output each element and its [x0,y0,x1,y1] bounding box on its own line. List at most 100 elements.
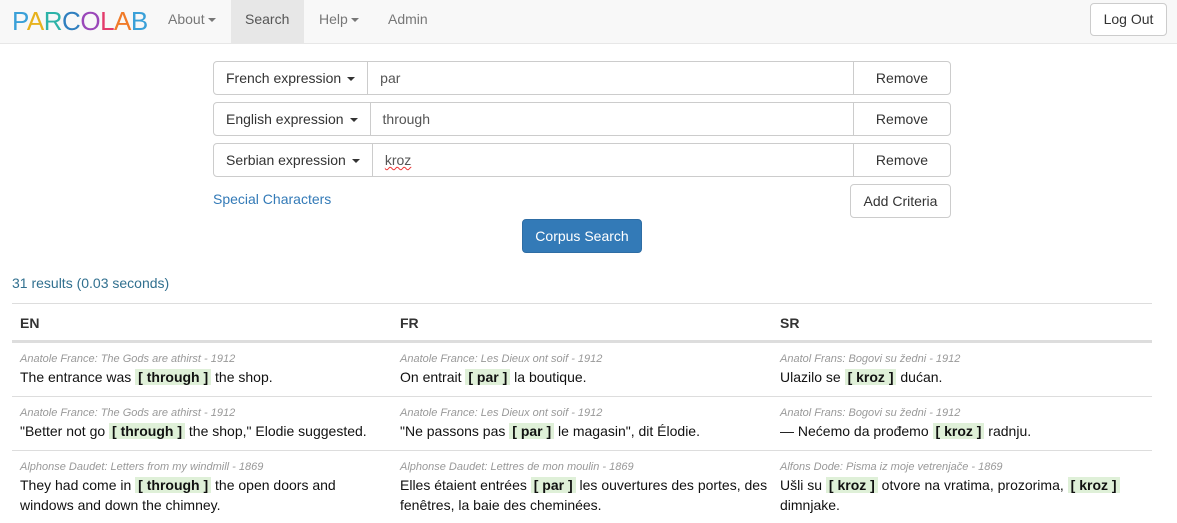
sentence-text: otvore na vratima, prozorima, [877,477,1068,493]
language-dropdown-label: English expression [226,111,344,127]
brand-letter: P [12,6,27,36]
highlighted-match: [ par ] [530,477,576,493]
sentence-text: "Ne passons pas [400,423,510,439]
nav-about-label: About [168,11,205,27]
nav-about[interactable]: About [154,0,230,43]
remove-button[interactable]: Remove [853,143,951,177]
expression-input[interactable]: par [368,61,853,95]
column-header-fr: FR [400,315,419,331]
table-body: Anatole France: The Gods are athirst - 1… [12,342,1152,520]
results-table: EN FR SR Anatole France: The Gods are at… [12,303,1152,520]
sentence-text: dimnjake. [780,497,840,513]
criteria-row-french: French expression par Remove [213,61,951,95]
language-dropdown[interactable]: English expression [213,102,371,136]
source-citation: Anatole France: The Gods are athirst - 1… [20,353,236,365]
table-row: Anatole France: The Gods are athirst - 1… [12,396,1152,450]
aligned-sentence: On entrait [ par ] la boutique. [400,367,772,387]
aligned-sentence: Ulazilo se [ kroz ] dućan. [780,367,1152,387]
expression-input[interactable]: through [370,102,853,136]
aligned-sentence: "Better not go [ through ] the shop," El… [20,421,392,441]
source-citation: Anatol Frans: Bogovi su žedni - 1912 [780,353,961,365]
add-criteria-button[interactable]: Add Criteria [850,184,951,218]
brand-letter: L [100,6,115,36]
caret-down-icon [347,77,356,82]
highlighted-match: [ kroz ] [844,369,897,385]
highlighted-match: [ through ] [109,423,186,439]
remove-button[interactable]: Remove [853,102,951,136]
language-dropdown-label: French expression [226,70,342,86]
source-citation: Alphonse Daudet: Lettres de mon moulin -… [400,461,634,473]
table-header: EN FR SR [12,304,1152,342]
aligned-sentence: — Nećemo da prođemo [ kroz ] radnju. [780,421,1152,441]
column-header-sr: SR [780,315,800,331]
sentence-text: the shop. [211,369,273,385]
source-citation: Anatol Frans: Bogovi su žedni - 1912 [780,407,961,419]
column-header-en: EN [20,315,40,331]
criteria-row-serbian: Serbian expression kroz Remove [213,143,951,177]
nav-help-label: Help [319,11,348,27]
aligned-sentence: Ušli su [ kroz ] otvore na vratima, proz… [780,475,1152,515]
sentence-text: Ušli su [780,477,826,493]
corpus-search-button[interactable]: Corpus Search [522,219,642,253]
special-characters-link[interactable]: Special Characters [213,191,331,207]
aligned-sentence: They had come in [ through ] the open do… [20,475,392,515]
table-row: Anatole France: The Gods are athirst - 1… [12,342,1152,396]
caret-down-icon [349,118,358,123]
sentence-text: radnju. [984,423,1032,439]
source-citation: Anatole France: The Gods are athirst - 1… [20,407,236,419]
source-citation: Alphonse Daudet: Letters from my windmil… [20,461,264,473]
table-cell-en: Anatole France: The Gods are athirst - 1… [20,397,392,441]
brand-logo[interactable]: PARCOLAB [12,6,148,36]
results-count: 31 results (0.03 seconds) [12,275,170,291]
sentence-text: They had come in [20,477,136,493]
language-dropdown-label: Serbian expression [226,152,346,168]
brand-letter: B [130,6,148,36]
brand-letter: A [26,6,44,36]
source-citation: Alfons Dode: Pisma iz moje vetrenjače - … [780,461,1003,473]
caret-down-icon [207,18,216,23]
language-dropdown[interactable]: French expression [213,61,369,95]
sentence-text: Ulazilo se [780,369,845,385]
aligned-sentence: "Ne passons pas [ par ] le magasin", dit… [400,421,772,441]
source-citation: Anatole France: Les Dieux ont soif - 191… [400,353,603,365]
brand-letter: O [80,6,101,36]
caret-down-icon [350,18,359,23]
highlighted-match: [ through ] [135,477,212,493]
criteria-row-english: English expression through Remove [213,102,951,136]
table-cell-sr: Alfons Dode: Pisma iz moje vetrenjače - … [780,451,1152,515]
sentence-text: "Better not go [20,423,110,439]
sentence-text: The entrance was [20,369,136,385]
brand-letter: R [43,6,63,36]
sentence-text: the shop," Elodie suggested. [185,423,367,439]
highlighted-match: [ par ] [465,369,511,385]
sentence-text: dućan. [896,369,943,385]
highlighted-match: [ kroz ] [825,477,878,493]
expression-input[interactable]: kroz [372,143,853,177]
table-cell-fr: Anatole France: Les Dieux ont soif - 191… [400,343,772,387]
sentence-text: — Nećemo da prođemo [780,423,933,439]
aligned-sentence: Elles étaient entrées [ par ] les ouvert… [400,475,772,515]
sentence-text: Elles étaient entrées [400,477,531,493]
nav-search-label: Search [245,11,290,27]
brand-letter: C [62,6,81,36]
nav-search[interactable]: Search [231,0,304,43]
sentence-text: On entrait [400,369,466,385]
highlighted-match: [ through ] [135,369,212,385]
sentence-text: la boutique. [510,369,587,385]
nav-admin-label: Admin [388,11,428,27]
sentence-text: le magasin", dit Élodie. [554,423,700,439]
navbar: PARCOLAB About Search Help Admin Log Out [0,0,1177,44]
aligned-sentence: The entrance was [ through ] the shop. [20,367,392,387]
nav-admin[interactable]: Admin [374,0,442,43]
table-cell-fr: Anatole France: Les Dieux ont soif - 191… [400,397,772,441]
source-citation: Anatole France: Les Dieux ont soif - 191… [400,407,603,419]
language-dropdown[interactable]: Serbian expression [213,143,373,177]
remove-button[interactable]: Remove [853,61,951,95]
caret-down-icon [351,159,360,164]
logout-button[interactable]: Log Out [1090,3,1167,36]
highlighted-match: [ kroz ] [1067,477,1120,493]
highlighted-match: [ kroz ] [932,423,985,439]
nav-help[interactable]: Help [305,0,373,43]
table-cell-sr: Anatol Frans: Bogovi su žedni - 1912 Ulaz… [780,343,1152,387]
table-cell-fr: Alphonse Daudet: Lettres de mon moulin -… [400,451,772,515]
